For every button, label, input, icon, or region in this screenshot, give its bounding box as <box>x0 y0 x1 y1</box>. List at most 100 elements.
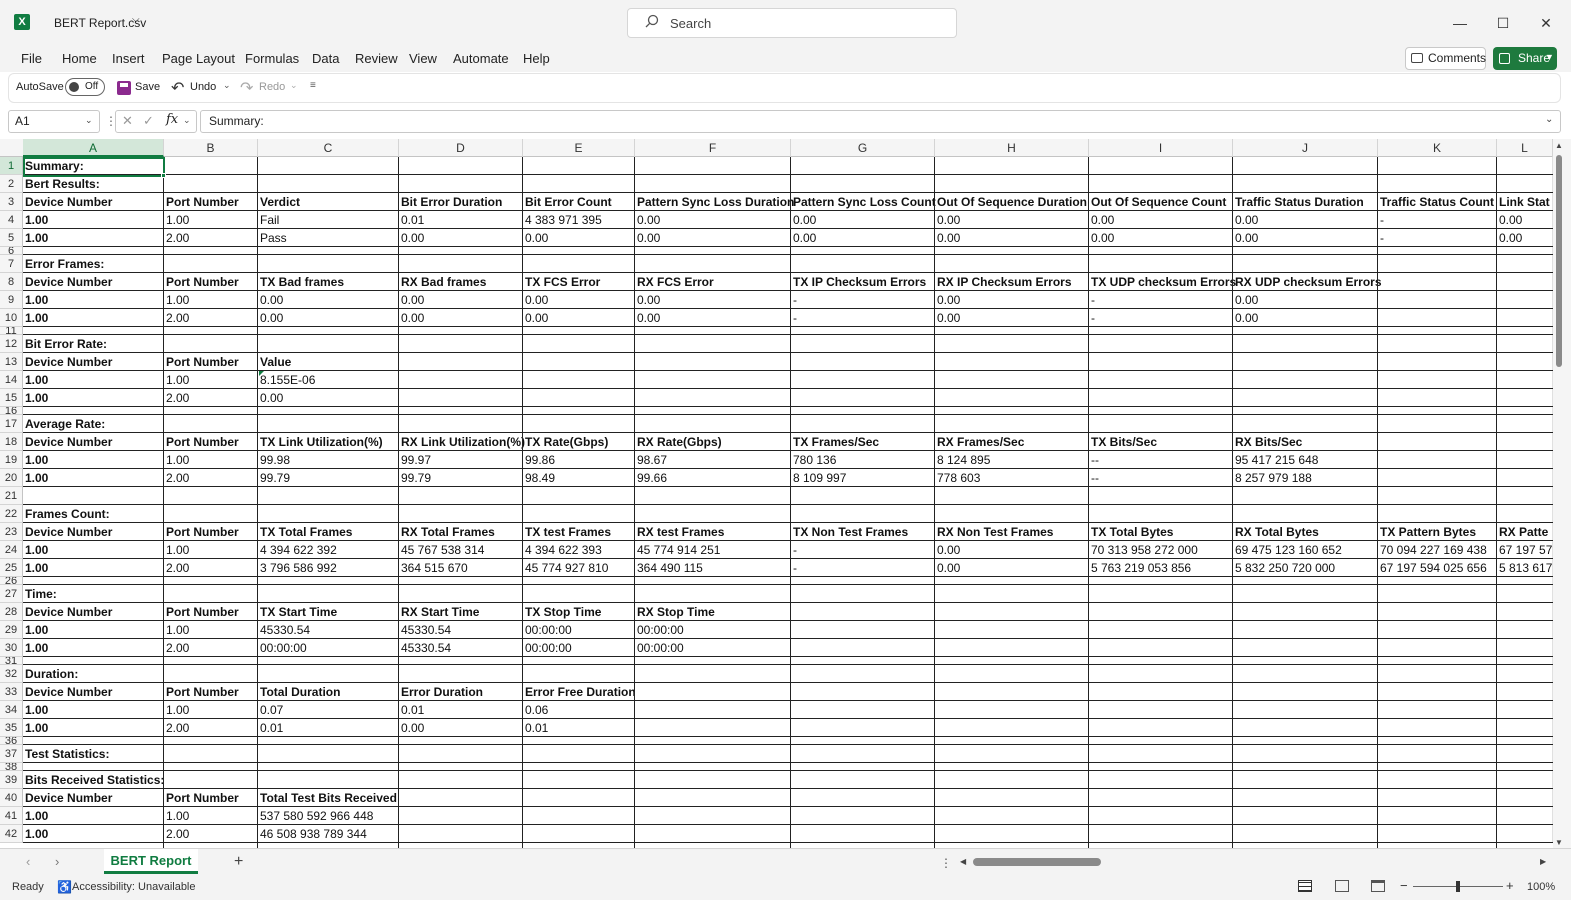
cell-d24[interactable]: 45 767 538 314 <box>399 541 523 559</box>
cell-g8[interactable]: TX IP Checksum Errors <box>791 273 935 291</box>
cell-h29[interactable] <box>935 621 1089 639</box>
cell-d3[interactable]: Bit Error Duration <box>399 193 523 211</box>
cell-i13[interactable] <box>1089 353 1233 371</box>
menu-view[interactable]: View <box>409 51 437 66</box>
cell-f22[interactable] <box>635 505 791 523</box>
cell-a40[interactable]: Device Number <box>23 789 164 807</box>
save-icon[interactable] <box>117 81 131 95</box>
cell-f28[interactable]: RX Stop Time <box>635 603 791 621</box>
cell-k2[interactable] <box>1378 175 1497 193</box>
cell-l9[interactable] <box>1497 291 1553 309</box>
cell-a32[interactable]: Duration: <box>23 665 164 683</box>
cell-l32[interactable] <box>1497 665 1553 683</box>
cell-i17[interactable] <box>1089 415 1233 433</box>
cell-c21[interactable] <box>258 487 399 505</box>
cell-e21[interactable] <box>523 487 635 505</box>
cell-k29[interactable] <box>1378 621 1497 639</box>
cell-a7[interactable]: Error Frames: <box>23 255 164 273</box>
previous-sheet-icon[interactable]: ‹ <box>26 854 30 869</box>
cell-l40[interactable] <box>1497 789 1553 807</box>
menu-file[interactable]: File <box>21 51 42 66</box>
cell-c13[interactable]: Value <box>258 353 399 371</box>
row-header-4[interactable]: 4 <box>0 211 23 229</box>
cell-d9[interactable]: 0.00 <box>399 291 523 309</box>
cell-b15[interactable]: 2.00 <box>164 389 258 407</box>
cell-e3[interactable]: Bit Error Count <box>523 193 635 211</box>
chevron-down-icon[interactable]: ⌄ <box>223 80 231 91</box>
cell-c22[interactable] <box>258 505 399 523</box>
maximize-button[interactable]: ☐ <box>1489 10 1517 36</box>
cell-c32[interactable] <box>258 665 399 683</box>
cell-d13[interactable] <box>399 353 523 371</box>
cell-e23[interactable]: TX test Frames <box>523 523 635 541</box>
cell-j21[interactable] <box>1233 487 1378 505</box>
cell-i30[interactable] <box>1089 639 1233 657</box>
cell-a25[interactable]: 1.00 <box>23 559 164 577</box>
cell-e17[interactable] <box>523 415 635 433</box>
cell-d12[interactable] <box>399 335 523 353</box>
cell-l5[interactable]: 0.00 <box>1497 229 1553 247</box>
cell-d10[interactable]: 0.00 <box>399 309 523 327</box>
cell-j5[interactable]: 0.00 <box>1233 229 1378 247</box>
cell-b14[interactable]: 1.00 <box>164 371 258 389</box>
cell-b23[interactable]: Port Number <box>164 523 258 541</box>
cell-h8[interactable]: RX IP Checksum Errors <box>935 273 1089 291</box>
row-header-29[interactable]: 29 <box>0 621 23 639</box>
page-layout-view-icon[interactable] <box>1335 880 1349 892</box>
cell-a20[interactable]: 1.00 <box>23 469 164 487</box>
cell-g4[interactable]: 0.00 <box>791 211 935 229</box>
cell-l39[interactable] <box>1497 771 1553 789</box>
expand-formula-bar-icon[interactable]: ⌄ <box>1545 114 1553 125</box>
cell-b22[interactable] <box>164 505 258 523</box>
cell-c25[interactable]: 3 796 586 992 <box>258 559 399 577</box>
cell-b4[interactable]: 1.00 <box>164 211 258 229</box>
cell-c15[interactable]: 0.00 <box>258 389 399 407</box>
cell-c24[interactable]: 4 394 622 392 <box>258 541 399 559</box>
cell-b35[interactable]: 2.00 <box>164 719 258 737</box>
cell-e15[interactable] <box>523 389 635 407</box>
cell-g1[interactable] <box>791 157 935 175</box>
cell-h13[interactable] <box>935 353 1089 371</box>
cell-g37[interactable] <box>791 745 935 763</box>
row-header-7[interactable]: 7 <box>0 255 23 273</box>
cell-i32[interactable] <box>1089 665 1233 683</box>
cell-k22[interactable] <box>1378 505 1497 523</box>
cell-d41[interactable] <box>399 807 523 825</box>
cell-h24[interactable]: 0.00 <box>935 541 1089 559</box>
cell-b7[interactable] <box>164 255 258 273</box>
cell-c29[interactable]: 45330.54 <box>258 621 399 639</box>
zoom-slider-thumb[interactable] <box>1456 881 1460 892</box>
cell-a17[interactable]: Average Rate: <box>23 415 164 433</box>
cell-j3[interactable]: Traffic Status Duration <box>1233 193 1378 211</box>
cell-h2[interactable] <box>935 175 1089 193</box>
cell-j42[interactable] <box>1233 825 1378 843</box>
cell-j37[interactable] <box>1233 745 1378 763</box>
cell-b19[interactable]: 1.00 <box>164 451 258 469</box>
cell-l17[interactable] <box>1497 415 1553 433</box>
cell-e12[interactable] <box>523 335 635 353</box>
cell-g41[interactable] <box>791 807 935 825</box>
row-header-21[interactable]: 21 <box>0 487 23 505</box>
cell-f20[interactable]: 99.66 <box>635 469 791 487</box>
row-header-12[interactable]: 12 <box>0 335 23 353</box>
cell-b37[interactable] <box>164 745 258 763</box>
cell-g21[interactable] <box>791 487 935 505</box>
cell-j28[interactable] <box>1233 603 1378 621</box>
save-button[interactable]: Save <box>135 81 160 93</box>
column-header-e[interactable]: E <box>523 139 635 157</box>
cell-k12[interactable] <box>1378 335 1497 353</box>
row-header-27[interactable]: 27 <box>0 585 23 603</box>
cell-e20[interactable]: 98.49 <box>523 469 635 487</box>
cell-i5[interactable]: 0.00 <box>1089 229 1233 247</box>
cell-a34[interactable]: 1.00 <box>23 701 164 719</box>
cell-h42[interactable] <box>935 825 1089 843</box>
cell-f13[interactable] <box>635 353 791 371</box>
cell-b39[interactable] <box>164 771 258 789</box>
cell-j32[interactable] <box>1233 665 1378 683</box>
row-header-24[interactable]: 24 <box>0 541 23 559</box>
cell-a35[interactable]: 1.00 <box>23 719 164 737</box>
cell-l34[interactable] <box>1497 701 1553 719</box>
cell-e14[interactable] <box>523 371 635 389</box>
cell-i14[interactable] <box>1089 371 1233 389</box>
cell-c2[interactable] <box>258 175 399 193</box>
